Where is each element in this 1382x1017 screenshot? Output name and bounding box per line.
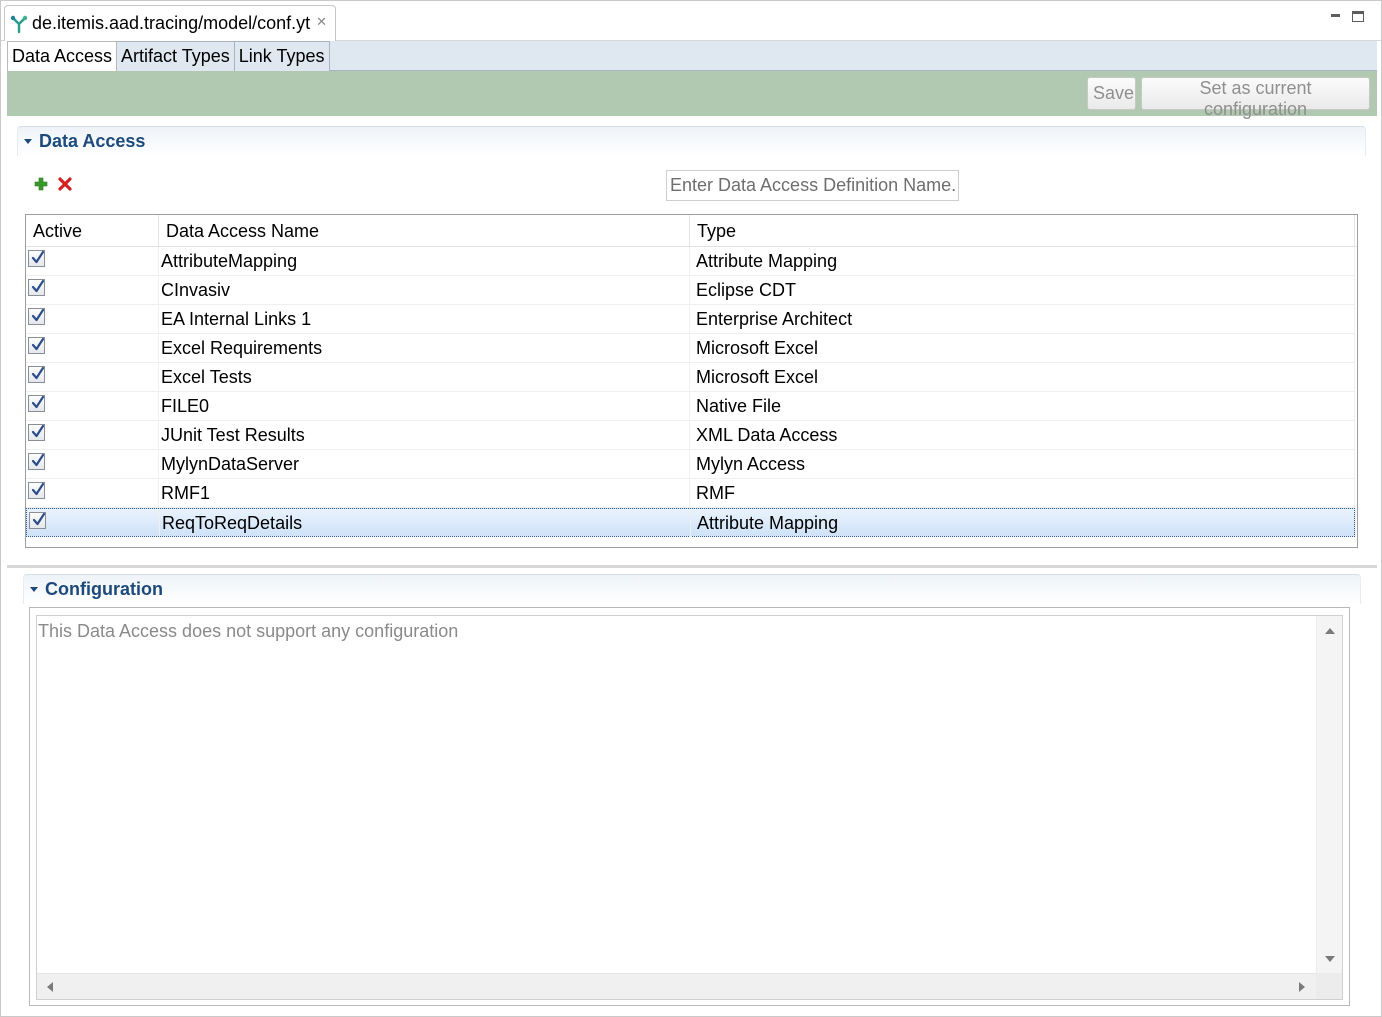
horizontal-scrollbar[interactable]: [37, 973, 1342, 999]
cell-type: Microsoft Excel: [690, 363, 1355, 391]
column-header-name[interactable]: Data Access Name: [159, 215, 690, 247]
cell-type: Attribute Mapping: [691, 509, 1356, 537]
maximize-icon[interactable]: [1352, 11, 1364, 22]
table-row[interactable]: JUnit Test Results XML Data Access: [26, 421, 1355, 450]
cell-data-access-name: RMF1: [159, 479, 690, 507]
column-header-active[interactable]: Active: [26, 215, 159, 247]
cell-type: XML Data Access: [690, 421, 1355, 449]
close-icon[interactable]: ✕: [316, 14, 327, 30]
tab-artifact-types[interactable]: Artifact Types: [117, 41, 235, 71]
data-access-section-header[interactable]: Data Access: [17, 126, 1366, 156]
table-header: Active Data Access Name Type: [26, 215, 1357, 247]
cell-type: RMF: [690, 479, 1355, 507]
cell-data-access-name: CInvasiv: [159, 276, 690, 304]
editor-tab-title: de.itemis.aad.tracing/model/conf.yt: [32, 13, 311, 33]
cell-type: Attribute Mapping: [690, 247, 1355, 275]
page-tabs: Data Access Artifact Types Link Types: [7, 41, 1377, 71]
column-header-type[interactable]: Type: [690, 215, 1355, 247]
scroll-right-icon[interactable]: [1299, 982, 1305, 992]
table-row[interactable]: AttributeMapping Attribute Mapping: [26, 247, 1355, 276]
vertical-scrollbar[interactable]: [1316, 616, 1342, 974]
cell-active: [27, 509, 160, 537]
cell-type: Enterprise Architect: [690, 305, 1355, 333]
table-row[interactable]: EA Internal Links 1 Enterprise Architect: [26, 305, 1355, 334]
tab-data-access[interactable]: Data Access: [7, 41, 118, 71]
table-row[interactable]: RMF1 RMF: [26, 479, 1355, 508]
active-checkbox[interactable]: [28, 337, 45, 354]
cell-active: [26, 450, 159, 478]
table-row[interactable]: Excel Requirements Microsoft Excel: [26, 334, 1355, 363]
scroll-down-icon[interactable]: [1325, 956, 1335, 962]
cell-data-access-name: JUnit Test Results: [159, 421, 690, 449]
table-row[interactable]: Excel Tests Microsoft Excel: [26, 363, 1355, 392]
cell-active: [26, 479, 159, 507]
cell-type: Mylyn Access: [690, 450, 1355, 478]
minimize-icon[interactable]: [1329, 9, 1343, 23]
table-row[interactable]: MylynDataServer Mylyn Access: [26, 450, 1355, 479]
cell-active: [26, 276, 159, 304]
cell-active: [26, 334, 159, 362]
scroll-left-icon[interactable]: [47, 982, 53, 992]
editor-tab[interactable]: de.itemis.aad.tracing/model/conf.yt ✕: [4, 5, 336, 41]
scrollbar-corner: [1316, 973, 1342, 999]
cell-data-access-name: MylynDataServer: [159, 450, 690, 478]
active-checkbox[interactable]: [28, 395, 45, 412]
data-access-table: Active Data Access Name Type AttributeMa…: [25, 214, 1358, 548]
form-toolbar: Save Set as current configuration: [7, 71, 1377, 119]
cell-type: Microsoft Excel: [690, 334, 1355, 362]
editor-tab-bar: de.itemis.aad.tracing/model/conf.yt ✕: [1, 1, 1381, 41]
collapse-icon[interactable]: [24, 139, 32, 144]
table-row[interactable]: CInvasiv Eclipse CDT: [26, 276, 1355, 305]
collapse-icon[interactable]: [30, 587, 38, 592]
scroll-up-icon[interactable]: [1325, 628, 1335, 634]
active-checkbox[interactable]: [28, 308, 45, 325]
cell-data-access-name: AttributeMapping: [159, 247, 690, 275]
configuration-text-area[interactable]: This Data Access does not support any co…: [36, 615, 1343, 1000]
cell-type: Eclipse CDT: [690, 276, 1355, 304]
cell-active: [26, 363, 159, 391]
tab-link-types[interactable]: Link Types: [234, 41, 330, 71]
cell-active: [26, 392, 159, 420]
configuration-message: This Data Access does not support any co…: [38, 621, 459, 641]
cell-type: Native File: [690, 392, 1355, 420]
active-checkbox[interactable]: [28, 453, 45, 470]
active-checkbox[interactable]: [29, 512, 46, 529]
cell-data-access-name: ReqToReqDetails: [160, 509, 691, 537]
active-checkbox[interactable]: [28, 366, 45, 383]
table-row[interactable]: ReqToReqDetails Attribute Mapping: [26, 508, 1356, 537]
cell-active: [26, 305, 159, 333]
configuration-panel: This Data Access does not support any co…: [29, 607, 1350, 1006]
cell-data-access-name: Excel Tests: [159, 363, 690, 391]
cell-data-access-name: Excel Requirements: [159, 334, 690, 362]
delete-icon[interactable]: [56, 175, 74, 193]
section-sash[interactable]: [7, 565, 1377, 568]
active-checkbox[interactable]: [28, 279, 45, 296]
active-checkbox[interactable]: [28, 250, 45, 267]
cell-active: [26, 247, 159, 275]
table-row[interactable]: FILE0 Native File: [26, 392, 1355, 421]
tab-strip-filler: [329, 41, 1377, 71]
add-icon[interactable]: [32, 175, 50, 193]
configuration-section-title: Configuration: [45, 579, 163, 599]
active-checkbox[interactable]: [28, 424, 45, 441]
data-access-search-input[interactable]: [666, 170, 959, 201]
active-checkbox[interactable]: [28, 482, 45, 499]
cell-active: [26, 421, 159, 449]
editor-window: de.itemis.aad.tracing/model/conf.yt ✕ Da…: [0, 0, 1382, 1017]
data-access-section-title: Data Access: [39, 131, 146, 151]
configuration-section-header[interactable]: Configuration: [23, 574, 1361, 604]
yakindu-tracing-icon: [9, 14, 29, 34]
save-button[interactable]: Save: [1087, 77, 1136, 110]
cell-data-access-name: EA Internal Links 1: [159, 305, 690, 333]
cell-data-access-name: FILE0: [159, 392, 690, 420]
set-current-configuration-button[interactable]: Set as current configuration: [1141, 77, 1370, 119]
